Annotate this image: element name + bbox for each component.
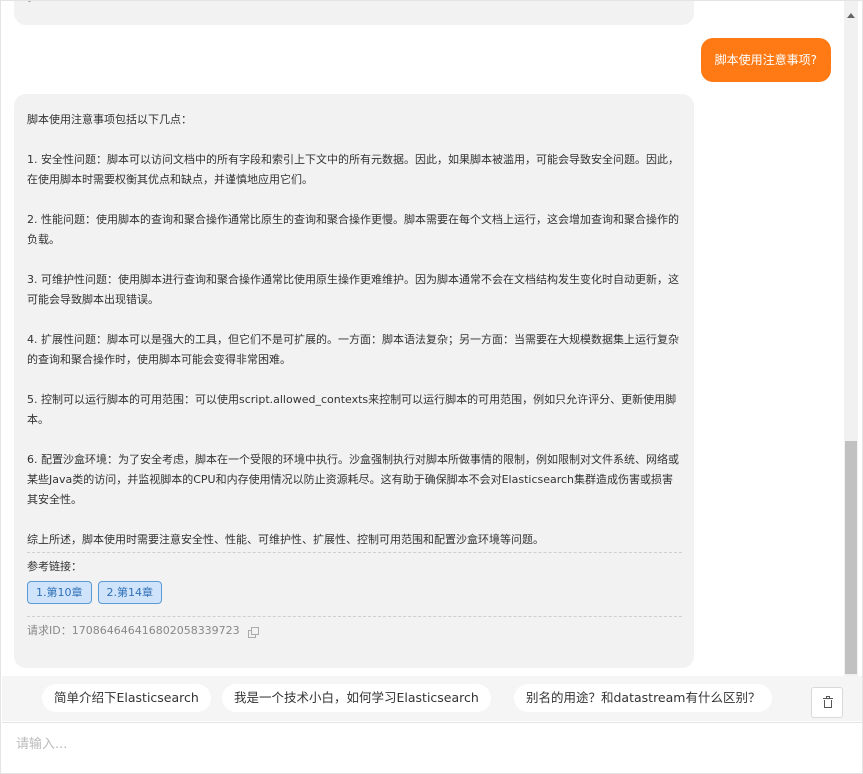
- divider: [27, 552, 682, 553]
- reference-links: 1.第10章 2.第14章: [27, 581, 682, 604]
- suggestion-chip[interactable]: 别名的用途？和datastream有什么区别？: [514, 684, 773, 712]
- copy-icon[interactable]: [247, 626, 259, 638]
- scroll-up-arrow-icon[interactable]: [847, 13, 855, 18]
- answer-paragraph: 4. 扩展性问题：脚本可以是强大的工具，但它们不是可扩展的。一方面：脚本语法复杂…: [27, 333, 679, 366]
- clear-chat-button[interactable]: [811, 687, 843, 718]
- suggestion-bar: 简单介绍下Elasticsearch 我是一个技术小白，如何学习Elastics…: [2, 676, 862, 721]
- assistant-message-bubble: 脚本使用注意事项包括以下几点： 1. 安全性问题：脚本可以访问文档中的所有字段和…: [14, 94, 694, 668]
- answer-paragraph: 2. 性能问题：使用脚本的查询和聚合操作通常比原生的查询和聚合操作更慢。脚本需要…: [27, 213, 679, 246]
- reference-link[interactable]: 1.第10章: [27, 581, 92, 604]
- scrollbar-thumb[interactable]: [845, 441, 857, 674]
- request-id-text: 请求ID：17086464641680205833972​3: [27, 624, 240, 637]
- answer-paragraph: 6. 配置沙盒环境：为了安全考虑，脚本在一个受限的环境中执行。沙盒强制执行对脚本…: [27, 453, 679, 506]
- suggestion-chip[interactable]: 简单介绍下Elasticsearch: [42, 684, 211, 712]
- message-list: 脚本使用注意事项? 脚本使用注意事项包括以下几点： 1. 安全性问题：脚本可以访…: [2, 1, 845, 676]
- message-input-area: [2, 722, 862, 766]
- suggestion-chip[interactable]: 我是一个技术小白，如何学习Elasticsearch: [222, 684, 491, 712]
- bullet-icon: [28, 1, 31, 2]
- answer-paragraph: 3. 可维护性问题：使用脚本进行查询和聚合操作通常比使用原生操作更难维护。因为脚…: [27, 273, 679, 306]
- scrollbar[interactable]: [844, 1, 858, 676]
- trash-icon: [823, 696, 833, 708]
- chat-window: 脚本使用注意事项? 脚本使用注意事项包括以下几点： 1. 安全性问题：脚本可以访…: [0, 0, 863, 774]
- message-input[interactable]: [2, 723, 862, 766]
- divider: [27, 616, 682, 617]
- references-label: 参考链接：: [27, 560, 82, 573]
- answer-paragraph: 1. 安全性问题：脚本可以访问文档中的所有字段和索引上下文中的所有元数据。因此，…: [27, 153, 679, 186]
- answer-paragraph: 5. 控制可以运行脚本的可用范围：可以使用script.allowed_cont…: [27, 393, 677, 426]
- previous-message-bubble: [14, 1, 694, 25]
- answer-summary: 综上所述，脚本使用时需要注意安全性、性能、可维护性、扩展性、控制可用范围和配置沙…: [27, 533, 544, 546]
- reference-link[interactable]: 2.第14章: [97, 581, 162, 604]
- request-id: 请求ID：17086464641680205833972​3: [27, 621, 682, 641]
- user-message-bubble: 脚本使用注意事项?: [700, 38, 831, 82]
- answer-intro: 脚本使用注意事项包括以下几点：: [27, 113, 192, 126]
